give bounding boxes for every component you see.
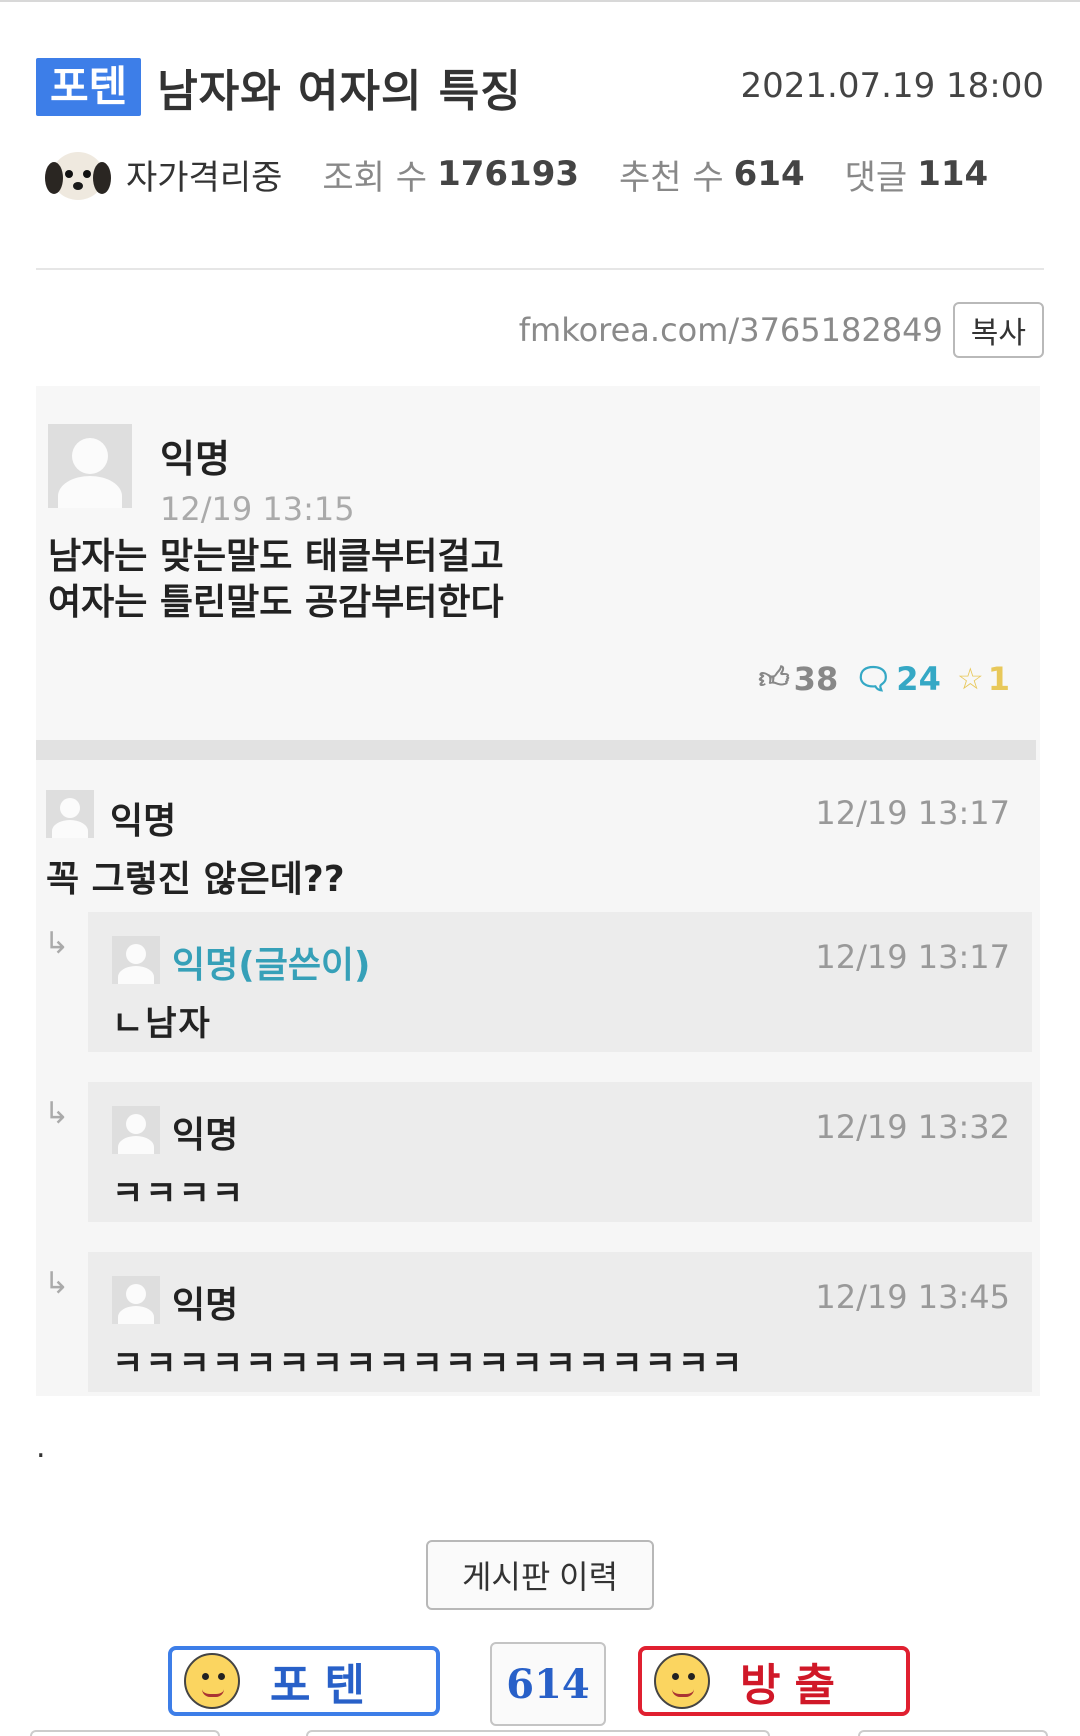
captured-comment: 익명 12/19 13:17 꼭 그렇진 않은데?? [36,766,1040,900]
comment-count: 24 [896,660,941,698]
captured-reply: ↳ 익명 12/19 13:45 ㅋㅋㅋㅋㅋㅋㅋㅋㅋㅋㅋㅋㅋㅋㅋㅋㅋㅋㅋ [44,1252,1032,1392]
captured-post: 익명 12/19 13:15 남자는 맞는말도 태클부터걸고 여자는 틀린말도 … [36,386,1040,740]
reply-author: 익명 [172,1285,239,1326]
thumbs-up-icon: 👍︎ [758,661,790,696]
upvote-button[interactable]: 포텐 [168,1646,440,1716]
recommend-count: 614 [733,154,805,194]
captured-post-line-2: 여자는 틀린말도 공감부터한다 [48,582,504,623]
captured-post-body: 남자는 맞는말도 태클부터걸고 여자는 틀린말도 공감부터한다 [48,534,504,626]
comment-author: 익명 [110,801,177,842]
post-title-row: 포텐 남자와 여자의 특징 [36,55,522,119]
bottom-nav-edges [0,1730,1080,1736]
author-avatar-dog-icon[interactable] [44,144,112,204]
star-icon: ☆ [956,661,984,697]
vote-count: 614 [490,1642,606,1726]
thumbs-down-face-icon [654,1653,710,1709]
post-url[interactable]: fmkorea.com/3765182849 [519,311,943,349]
views-label: 조회 수 [322,157,428,198]
thumbs-up-face-icon [184,1653,240,1709]
scrap-count: 1 [987,660,1010,698]
anonymous-avatar-icon [112,1276,160,1324]
nav-stub[interactable] [858,1730,1048,1736]
reply-body: ㅋㅋㅋㅋ [112,1174,246,1214]
nav-stub[interactable] [306,1730,770,1736]
post-image: 익명 12/19 13:15 남자는 맞는말도 태클부터걸고 여자는 틀린말도 … [36,386,1040,1396]
comment-stat: 🗨︎ 24 [854,660,941,698]
captured-post-author: 익명 [160,437,230,481]
copy-url-button[interactable]: 복사 [952,302,1044,358]
downvote-label: 방출 [740,1660,849,1711]
anonymous-avatar-icon [112,936,160,984]
reply-author: 익명 [172,1115,239,1156]
author-name[interactable]: 자가격리중 [126,150,282,199]
reply-body: ㄴ남자 [112,1004,212,1044]
anonymous-avatar-icon [48,424,132,508]
comment-body: 꼭 그렇진 않은데?? [46,859,345,900]
reply-time: 12/19 13:45 [815,1278,1010,1316]
reply-time: 12/19 13:32 [815,1108,1010,1146]
upvote-label: 포텐 [270,1660,379,1711]
comments-label: 댓글 [844,157,908,198]
captured-reply: ↳ 익명(글쓴이) 12/19 13:17 ㄴ남자 [44,912,1032,1052]
post-meta: 자가격리중 조회 수 176193 추천 수 614 댓글 114 [44,144,1028,204]
captured-divider [36,740,1036,760]
captured-post-line-1: 남자는 맞는말도 태클부터걸고 [48,536,504,577]
downvote-button[interactable]: 방출 [638,1646,910,1716]
top-divider [0,0,1080,2]
scrap-stat: ☆ 1 [957,660,1010,698]
reply-time: 12/19 13:17 [815,938,1010,976]
board-history-button[interactable]: 게시판 이력 [426,1540,654,1610]
like-count: 38 [793,660,839,698]
comment-time: 12/19 13:17 [815,794,1010,832]
recommend-label: 추천 수 [619,157,724,198]
speech-bubble-icon: 🗨︎ [854,661,893,697]
views-count: 176193 [437,154,580,194]
reply-body: ㅋㅋㅋㅋㅋㅋㅋㅋㅋㅋㅋㅋㅋㅋㅋㅋㅋㅋㅋ [112,1344,745,1384]
body-text-dot: . [36,1430,46,1465]
reply-arrow-icon: ↳ [44,1096,70,1131]
share-url-row: fmkorea.com/3765182849 복사 [519,302,1044,358]
comments-count[interactable]: 114 [917,154,988,194]
reply-author: 익명(글쓴이) [172,945,371,986]
reply-arrow-icon: ↳ [44,1266,70,1301]
captured-reply: ↳ 익명 12/19 13:32 ㅋㅋㅋㅋ [44,1082,1032,1222]
header-divider [36,268,1044,270]
like-stat: 👍︎ 38 [758,660,838,698]
category-badge[interactable]: 포텐 [36,58,142,116]
anonymous-avatar-icon [46,790,94,838]
reply-arrow-icon: ↳ [44,926,70,961]
captured-post-stats: 👍︎ 38 🗨︎ 24 ☆ 1 [742,660,1010,698]
post-date: 2021.07.19 18:00 [740,66,1044,106]
captured-post-time: 12/19 13:15 [160,490,355,528]
post-title: 남자와 여자의 특징 [157,66,522,117]
nav-stub[interactable] [30,1730,220,1736]
anonymous-avatar-icon [112,1106,160,1154]
